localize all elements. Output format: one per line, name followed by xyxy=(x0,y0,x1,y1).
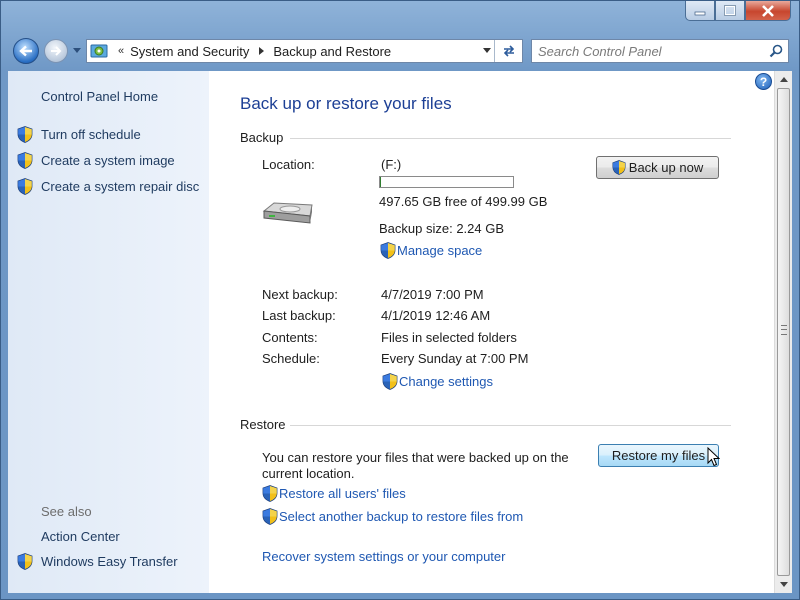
back-up-now-label: Back up now xyxy=(628,160,704,175)
back-button[interactable] xyxy=(13,38,39,64)
search-input[interactable]: Search Control Panel xyxy=(531,39,789,63)
restore-all-users-link[interactable]: Restore all users' files xyxy=(279,486,406,501)
location-value: (F:) xyxy=(381,157,402,172)
restore-description-line2: current location. xyxy=(262,466,355,481)
hard-drive-icon xyxy=(262,202,313,224)
navigation-bar: « System and Security Backup and Restore… xyxy=(1,31,800,71)
uac-shield-icon xyxy=(380,242,396,259)
restore-my-files-button[interactable]: Restore my files xyxy=(598,444,719,467)
select-another-backup-link[interactable]: Select another backup to restore files f… xyxy=(279,509,523,524)
contents-label: Contents: xyxy=(262,330,318,345)
scroll-up-arrow-icon xyxy=(779,77,788,82)
search-placeholder: Search Control Panel xyxy=(538,44,662,59)
breadcrumb-system-and-security[interactable]: System and Security xyxy=(130,44,249,59)
vertical-scrollbar[interactable] xyxy=(774,71,792,593)
manage-space-link[interactable]: Manage space xyxy=(397,243,482,258)
minimize-button[interactable] xyxy=(685,1,715,21)
sidebar-item-create-repair-disc[interactable]: Create a system repair disc xyxy=(41,179,199,194)
schedule-label: Schedule: xyxy=(262,351,320,366)
recover-system-settings-link[interactable]: Recover system settings or your computer xyxy=(262,549,505,564)
next-backup-value: 4/7/2019 7:00 PM xyxy=(381,287,484,302)
scroll-thumb[interactable] xyxy=(777,88,790,576)
backup-size-text: Backup size: 2.24 GB xyxy=(379,221,505,236)
main-content: Back up or restore your files Backup Loc… xyxy=(209,71,774,593)
last-backup-label: Last backup: xyxy=(262,308,336,323)
sidebar-item-create-system-image[interactable]: Create a system image xyxy=(41,153,175,168)
free-space-text: 497.65 GB free of 499.99 GB xyxy=(379,194,548,209)
see-also-heading: See also xyxy=(41,504,92,519)
help-icon[interactable]: ? xyxy=(755,73,772,90)
window-controls xyxy=(685,1,791,21)
close-icon xyxy=(762,4,774,17)
forward-button[interactable] xyxy=(44,39,68,63)
back-up-now-button[interactable]: Back up now xyxy=(596,156,719,179)
window-frame: « System and Security Backup and Restore… xyxy=(0,0,800,600)
address-bar[interactable]: « System and Security Backup and Restore xyxy=(86,39,523,63)
breadcrumb-backup-and-restore[interactable]: Backup and Restore xyxy=(273,44,391,59)
restore-section-divider xyxy=(290,425,731,426)
breadcrumb-separator-icon[interactable] xyxy=(257,47,265,55)
maximize-icon xyxy=(724,5,736,16)
uac-shield-icon xyxy=(382,373,398,390)
task-pane: Control Panel Home Turn off schedule Cre… xyxy=(8,71,209,593)
sidebar-item-turn-off-schedule[interactable]: Turn off schedule xyxy=(41,127,141,142)
forward-arrow-icon xyxy=(51,46,62,56)
refresh-button[interactable] xyxy=(494,40,522,62)
control-panel-home-link[interactable]: Control Panel Home xyxy=(41,89,158,104)
control-panel-icon xyxy=(90,44,108,58)
contents-value: Files in selected folders xyxy=(381,330,517,345)
back-arrow-icon xyxy=(19,45,32,57)
sidebar-item-windows-easy-transfer[interactable]: Windows Easy Transfer xyxy=(41,554,178,569)
location-label: Location: xyxy=(262,157,315,172)
uac-shield-icon xyxy=(17,152,33,169)
refresh-icon xyxy=(503,45,514,57)
scroll-down-arrow-icon xyxy=(779,582,788,587)
maximize-button[interactable] xyxy=(715,1,745,21)
uac-shield-icon xyxy=(17,126,33,143)
restore-description-line1: You can restore your files that were bac… xyxy=(262,450,569,465)
uac-shield-icon xyxy=(17,553,33,570)
breadcrumb-overflow[interactable]: « xyxy=(118,45,124,57)
uac-shield-icon xyxy=(262,508,278,525)
last-backup-value: 4/1/2019 12:46 AM xyxy=(381,308,491,323)
disk-usage-bar xyxy=(379,176,514,188)
recent-pages-dropdown-icon[interactable] xyxy=(72,47,82,54)
search-icon[interactable] xyxy=(769,44,783,58)
minimize-icon xyxy=(694,11,706,15)
disk-usage-fill xyxy=(380,177,381,187)
scroll-up-button[interactable] xyxy=(775,71,792,88)
backup-section-divider xyxy=(290,138,731,139)
close-button[interactable] xyxy=(745,1,791,21)
address-history-dropdown-icon[interactable] xyxy=(482,47,492,54)
page-title: Back up or restore your files xyxy=(240,94,452,113)
scroll-grip xyxy=(781,325,787,335)
scroll-down-button[interactable] xyxy=(775,576,792,593)
backup-section-heading: Backup xyxy=(240,130,284,145)
restore-section-heading: Restore xyxy=(240,417,286,432)
schedule-value: Every Sunday at 7:00 PM xyxy=(381,351,529,366)
next-backup-label: Next backup: xyxy=(262,287,338,302)
uac-shield-icon xyxy=(612,160,626,175)
mouse-cursor-icon xyxy=(707,447,720,467)
uac-shield-icon xyxy=(262,485,278,502)
change-settings-link[interactable]: Change settings xyxy=(399,374,493,389)
sidebar-item-action-center[interactable]: Action Center xyxy=(41,529,120,544)
uac-shield-icon xyxy=(17,178,33,195)
restore-my-files-label: Restore my files xyxy=(611,448,706,463)
